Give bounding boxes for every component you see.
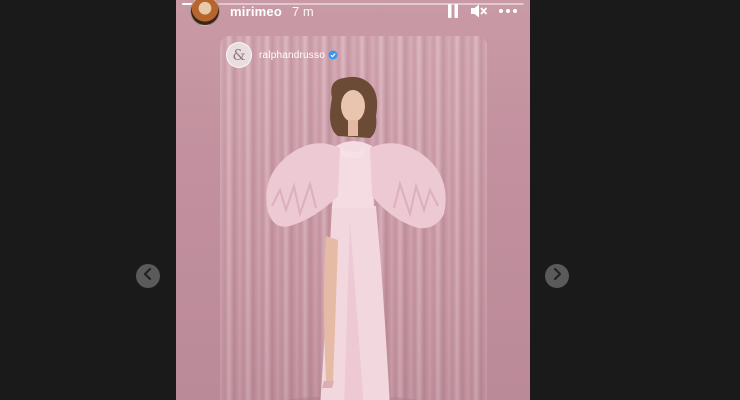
story-username[interactable]: mirimeo xyxy=(230,4,282,19)
story-viewer: mirimeo 7 m & ralphandrusso xyxy=(0,0,740,400)
reposted-photo-card[interactable]: & ralphandrusso xyxy=(220,36,487,400)
story-timestamp: 7 m xyxy=(291,3,314,19)
pause-icon[interactable] xyxy=(446,3,460,19)
model-photo xyxy=(266,76,446,400)
chevron-right-icon xyxy=(550,267,564,286)
story-header: mirimeo 7 m xyxy=(190,0,518,26)
muted-speaker-icon[interactable] xyxy=(470,3,488,19)
previous-story-button[interactable] xyxy=(136,264,160,288)
verified-badge-icon xyxy=(328,50,338,60)
more-options-icon[interactable] xyxy=(498,8,518,14)
user-avatar[interactable] xyxy=(190,0,220,26)
next-story-button[interactable] xyxy=(545,264,569,288)
story-frame[interactable]: mirimeo 7 m & ralphandrusso xyxy=(176,0,530,400)
chevron-left-icon xyxy=(141,267,155,286)
repost-attribution[interactable]: & ralphandrusso xyxy=(226,42,338,68)
story-controls xyxy=(446,3,518,19)
repost-account-name[interactable]: ralphandrusso xyxy=(259,50,325,61)
repost-account-avatar[interactable]: & xyxy=(226,42,252,68)
